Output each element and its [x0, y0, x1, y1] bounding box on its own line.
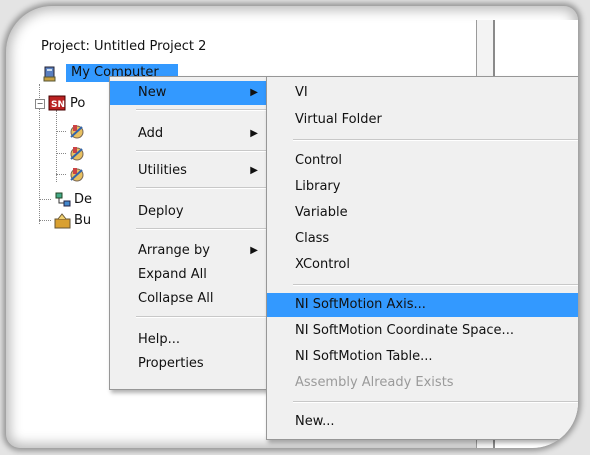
submenu-arrow-icon: ▶ [250, 165, 258, 176]
submenu-item-softmotion-axis[interactable]: NI SoftMotion Axis... [267, 293, 578, 317]
menu-item-help[interactable]: Help... [110, 328, 268, 352]
new-submenu: VI Virtual Folder Control Library Variab… [266, 76, 578, 440]
project-title: Project: Untitled Project 2 [41, 39, 207, 54]
submenu-item-assembly-already-exists: Assembly Already Exists [295, 375, 454, 390]
menu-separator [136, 228, 266, 230]
submenu-item-new-dialog[interactable]: New... [267, 410, 578, 434]
submenu-item-control[interactable]: Control [267, 149, 578, 173]
menu-separator [293, 139, 578, 141]
tree-line [56, 110, 57, 182]
tree-line [39, 199, 51, 200]
menu-separator [136, 109, 266, 111]
axis-icon[interactable] [68, 123, 84, 139]
svg-text:SN: SN [51, 100, 65, 110]
context-menu: New ▶ Add ▶ Utilities ▶ Deploy Arrange by ▶ … [109, 76, 269, 390]
submenu-item-xcontrol[interactable]: XControl [267, 253, 578, 277]
tree-line [56, 153, 66, 154]
menu-separator [136, 150, 266, 152]
menu-item-deploy[interactable]: Deploy [110, 200, 268, 224]
submenu-item-virtual-folder[interactable]: Virtual Folder [267, 108, 578, 132]
submenu-arrow-icon: ▶ [250, 128, 258, 139]
submenu-arrow-icon: ▶ [250, 245, 258, 256]
tree-item-label[interactable]: Bu [74, 213, 91, 228]
menu-item-properties[interactable]: Properties [110, 352, 268, 376]
menu-separator [293, 401, 578, 403]
menu-item-utilities[interactable]: Utilities ▶ [110, 159, 268, 183]
submenu-item-vi[interactable]: VI [267, 81, 578, 105]
tree-item-label[interactable]: Po [70, 96, 85, 111]
menu-item-new[interactable]: New ▶ [110, 81, 268, 105]
menu-separator [136, 316, 266, 318]
tree-line [39, 220, 51, 221]
menu-item-arrange-by[interactable]: Arrange by ▶ [110, 239, 268, 263]
submenu-item-variable[interactable]: Variable [267, 201, 578, 225]
menu-separator [136, 187, 266, 189]
submenu-item-softmotion-table[interactable]: NI SoftMotion Table... [267, 345, 578, 369]
menu-item-add[interactable]: Add ▶ [110, 122, 268, 146]
dependencies-icon [54, 192, 71, 208]
computer-icon [42, 66, 58, 82]
tree-line [56, 174, 66, 175]
menu-item-collapse-all[interactable]: Collapse All [110, 287, 268, 311]
build-specifications-icon [54, 213, 71, 229]
submenu-item-library[interactable]: Library [267, 175, 578, 199]
axis-icon[interactable] [68, 166, 84, 182]
menu-item-expand-all[interactable]: Expand All [110, 263, 268, 287]
menu-separator [293, 284, 578, 286]
tree-line [56, 131, 66, 132]
screenshot-frame: Project: Untitled Project 2 My Computer … [6, 6, 578, 448]
axis-icon[interactable] [68, 145, 84, 161]
tree-item-label[interactable]: De [74, 192, 92, 207]
submenu-item-class[interactable]: Class [267, 227, 578, 251]
submenu-arrow-icon: ▶ [250, 87, 258, 98]
submenu-item-softmotion-coordinate-space[interactable]: NI SoftMotion Coordinate Space... [267, 319, 578, 343]
target-icon: SN [48, 95, 66, 111]
tree-expander[interactable]: − [35, 99, 45, 109]
